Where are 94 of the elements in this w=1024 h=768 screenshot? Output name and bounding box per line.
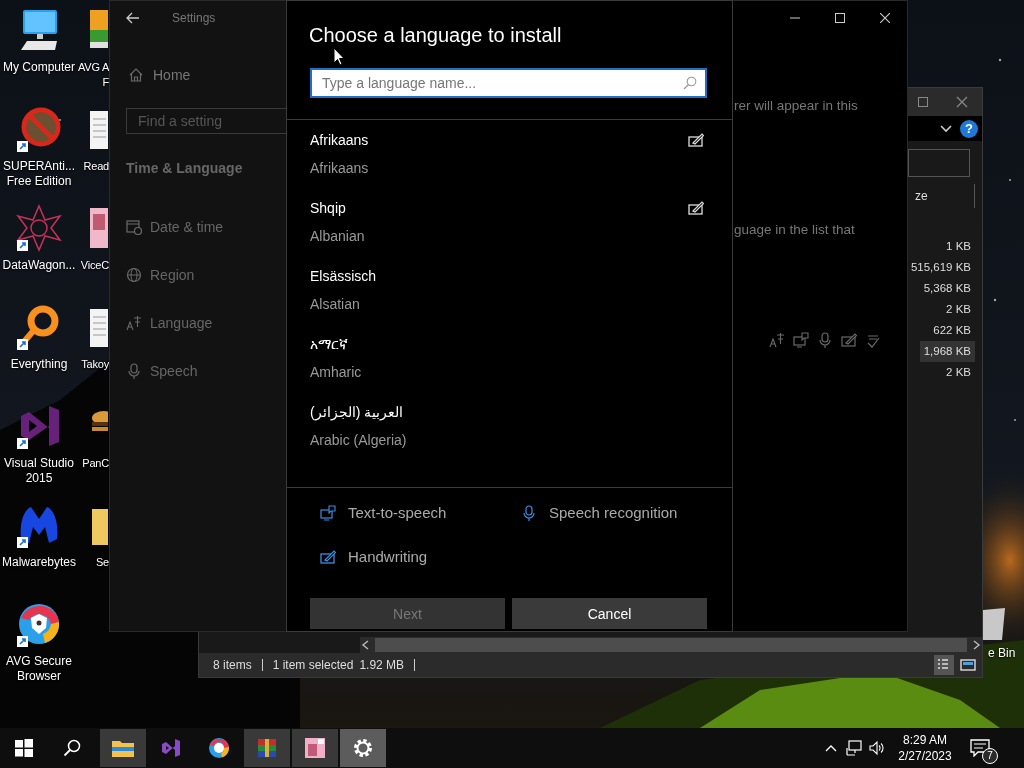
language-native-name: አማርኛ xyxy=(310,335,348,354)
home-nav-item[interactable]: Home xyxy=(110,55,287,95)
feature-label: Speech recognition xyxy=(549,503,678,523)
microphone-icon xyxy=(126,363,142,379)
clock-time: 8:29 AM xyxy=(903,732,947,748)
dialog-title: Choose a language to install xyxy=(309,23,563,48)
language-native-name: Shqip xyxy=(310,199,346,218)
size-cell-text: 2 KB xyxy=(945,365,972,380)
size-cell-text: 5,368 KB xyxy=(922,281,972,296)
handwriting-icon xyxy=(320,549,336,565)
calendar-clock-icon xyxy=(126,219,142,235)
language-english-name: Albanian xyxy=(310,227,366,246)
description-text: rer will appear in this xyxy=(734,97,858,115)
home-icon xyxy=(128,67,144,83)
size-cell-text: 1 KB xyxy=(945,239,972,254)
status-text: 1.92 MB xyxy=(359,659,416,671)
photo-icon xyxy=(303,736,327,760)
maximize-icon[interactable] xyxy=(834,13,845,23)
size-cell-text: 515,619 KB xyxy=(909,260,972,275)
icon-label[interactable]: AVG A F xyxy=(78,60,109,90)
star-icon[interactable] xyxy=(15,204,63,252)
status-text: 1 item selected xyxy=(272,659,355,671)
settings-button[interactable] xyxy=(340,729,386,767)
icon-label[interactable]: Visual Studio 2015 xyxy=(4,456,74,486)
infinity-logo-icon xyxy=(159,736,183,760)
close-icon[interactable] xyxy=(879,13,890,23)
size-cell-text: 622 KB xyxy=(932,323,972,338)
icon-label[interactable]: SUPERAnti... Free Edition xyxy=(3,159,75,189)
icon-label[interactable]: Se xyxy=(78,555,109,570)
language-list-item[interactable]: Elsässisch Alsatian xyxy=(287,262,732,330)
photo-app-button[interactable] xyxy=(292,729,338,767)
language-native-name: Afrikaans xyxy=(310,131,369,150)
text-to-speech-icon xyxy=(793,332,809,348)
scrollbar-thumb[interactable] xyxy=(375,638,967,652)
file-explorer-button[interactable] xyxy=(100,729,146,767)
language-english-name: Amharic xyxy=(310,363,363,382)
horizontal-scrollbar[interactable] xyxy=(360,637,982,653)
books-icon xyxy=(255,736,279,760)
icon-label[interactable]: e Bin xyxy=(988,646,1016,660)
size-cell-text: 2 KB xyxy=(945,302,972,317)
icon-label[interactable]: ViceC xyxy=(78,258,109,273)
language-english-name: Afrikaans xyxy=(310,159,370,178)
help-button[interactable]: ? xyxy=(960,119,978,138)
chevron-down-icon[interactable] xyxy=(940,124,952,133)
handwriting-icon xyxy=(841,332,857,348)
icon-label[interactable]: DataWagon... xyxy=(2,258,76,273)
clock-date: 2/27/2023 xyxy=(898,748,952,764)
icon-label[interactable]: Read xyxy=(78,159,109,174)
language-native-name: Elsässisch xyxy=(310,267,377,286)
gear-icon xyxy=(351,736,375,760)
language-english-name: Alsatian xyxy=(310,295,361,314)
description-text: guage in the list that xyxy=(734,221,855,239)
icon-label[interactable]: Everything xyxy=(10,357,68,372)
language-icon xyxy=(769,332,785,348)
microphone-icon xyxy=(521,505,537,521)
search-icon xyxy=(63,739,81,757)
microphone-icon xyxy=(817,332,833,348)
language-list-item[interactable]: Shqip Albanian xyxy=(287,194,732,262)
browser-logo-icon xyxy=(207,736,231,760)
restore-icon[interactable] xyxy=(918,97,928,107)
language-native-name: العربية (الجزائر) xyxy=(310,403,404,422)
icon-label[interactable]: Takoy xyxy=(78,357,109,372)
search-field[interactable] xyxy=(908,148,970,177)
language-list-item[interactable]: አማርኛ Amharic xyxy=(287,330,732,398)
icon-label[interactable]: My Computer xyxy=(3,60,75,75)
section-heading: Time & Language xyxy=(125,159,244,178)
volume-icon[interactable] xyxy=(868,740,885,756)
prohibited-sign-icon[interactable] xyxy=(15,105,63,153)
text-to-speech-icon xyxy=(320,505,336,521)
chevron-up-icon[interactable] xyxy=(824,744,837,752)
spell-check-icon xyxy=(865,332,881,348)
window-title: Settings xyxy=(172,11,216,25)
feature-label: Handwriting xyxy=(348,547,428,567)
archive-app-button[interactable] xyxy=(244,729,290,767)
windows-logo-icon xyxy=(15,739,33,757)
feature-label: Text-to-speech xyxy=(348,503,447,523)
cursor-icon xyxy=(333,47,345,66)
notification-badge: 7 xyxy=(982,748,998,764)
icon-label[interactable]: PanC xyxy=(78,456,109,471)
dialog-button[interactable]: Cancel xyxy=(512,598,707,629)
icon-label[interactable]: Malwarebytes xyxy=(2,555,76,570)
details-view-button[interactable] xyxy=(934,655,954,675)
globe-icon xyxy=(126,267,142,283)
language-search-field[interactable]: Type a language name... xyxy=(310,68,707,98)
network-icon[interactable] xyxy=(845,740,862,756)
clock[interactable]: 8:29 AM 2/27/2023 xyxy=(894,732,956,764)
icon-label[interactable]: AVG Secure Browser xyxy=(6,654,72,684)
tiles-view-icon xyxy=(960,658,976,672)
language-english-name: Arabic (Algeria) xyxy=(310,431,408,450)
search-icon[interactable] xyxy=(683,76,697,90)
size-cell: 1,968 KB xyxy=(919,341,975,362)
language-icon xyxy=(126,315,142,331)
status-text: 8 items xyxy=(213,659,263,671)
back-arrow-icon[interactable] xyxy=(126,12,140,24)
